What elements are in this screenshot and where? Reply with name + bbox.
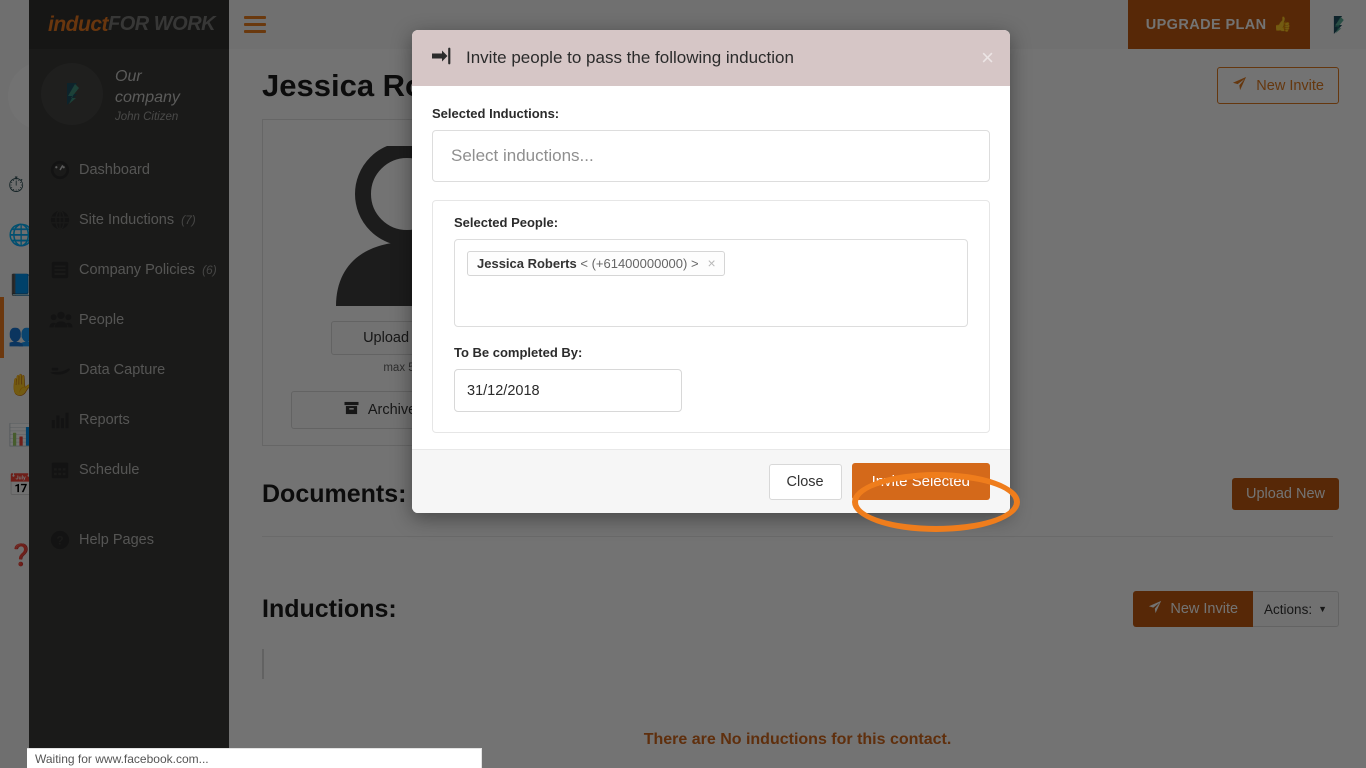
person-phone: < (+61400000000) > bbox=[580, 255, 699, 271]
modal-footer: Close Invite Selected bbox=[412, 449, 1010, 513]
person-tag[interactable]: Jessica Roberts < (+61400000000) > × bbox=[467, 251, 725, 276]
select-inductions-input[interactable]: Select inductions... bbox=[432, 130, 990, 182]
select-inductions-placeholder: Select inductions... bbox=[451, 146, 594, 165]
app-window: ⏱ 🌐 📘 👥 ✋ 📊 📅 ❓ induct FOR WORK bbox=[0, 0, 1366, 768]
selected-inductions-label: Selected Inductions: bbox=[432, 106, 560, 121]
status-text: Waiting for www.facebook.com... bbox=[35, 751, 209, 766]
invite-selected-button[interactable]: Invite Selected bbox=[851, 463, 990, 500]
close-button[interactable]: Close bbox=[768, 463, 842, 500]
person-tag-text: Jessica Roberts < (+61400000000) > bbox=[477, 256, 699, 271]
person-name: Jessica Roberts bbox=[477, 255, 577, 271]
completed-by-value: 31/12/2018 bbox=[467, 382, 540, 399]
close-icon[interactable]: × bbox=[981, 47, 994, 69]
modal-title: Invite people to pass the following indu… bbox=[466, 48, 794, 67]
invite-modal: Invite people to pass the following indu… bbox=[412, 30, 1010, 513]
completed-by-date-input[interactable]: 31/12/2018 bbox=[454, 369, 682, 412]
remove-person-icon[interactable]: × bbox=[708, 255, 716, 271]
people-and-date-panel: Selected People: Jessica Roberts < (+614… bbox=[432, 200, 990, 433]
selected-people-label: Selected People: bbox=[454, 215, 559, 230]
selected-people-input[interactable]: Jessica Roberts < (+61400000000) > × bbox=[454, 239, 968, 327]
modal-title-group: Invite people to pass the following indu… bbox=[432, 47, 794, 70]
sign-in-arrow-icon bbox=[432, 47, 452, 70]
browser-status-bar: Waiting for www.facebook.com... bbox=[27, 748, 482, 768]
completed-by-label: To Be completed By: bbox=[454, 345, 583, 360]
modal-body: Selected Inductions: Select inductions..… bbox=[412, 86, 1010, 449]
modal-header: Invite people to pass the following indu… bbox=[412, 30, 1010, 86]
